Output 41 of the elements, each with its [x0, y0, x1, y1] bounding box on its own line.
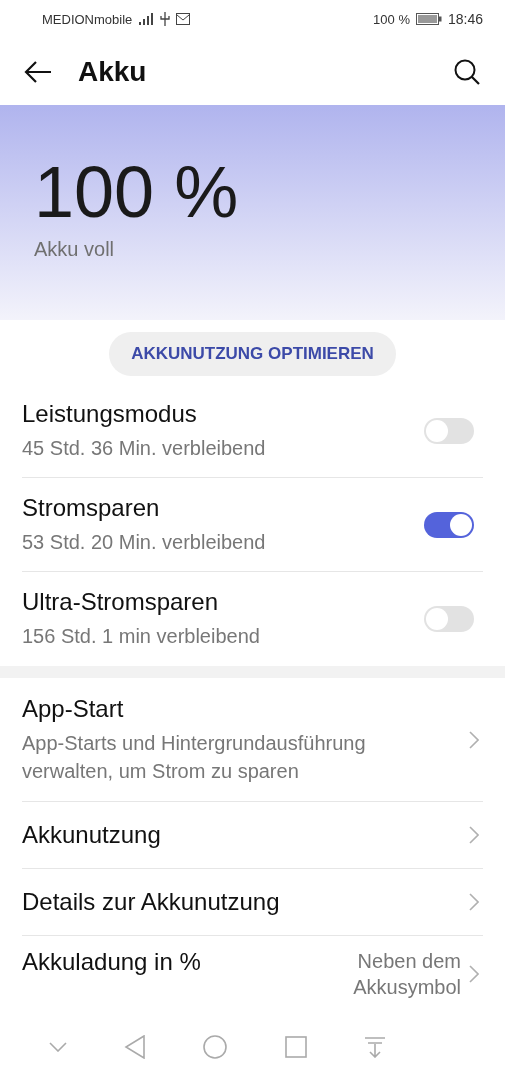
battery-level-text: 100 % — [34, 156, 240, 228]
setting-title: Akkuladung in % — [22, 948, 202, 976]
setting-subtitle: 156 Std. 1 min verbleibend — [22, 624, 261, 649]
setting-title: Leistungsmodus — [22, 399, 198, 428]
clock: 18:46 — [447, 11, 483, 27]
settings-item[interactable]: Akkunutzung — [22, 802, 483, 869]
setting-title: Details zur Akkunutzung — [22, 888, 281, 916]
optimize-button[interactable]: AKKUNUTZUNG OPTIMIEREN — [109, 332, 396, 376]
setting-title: App-Start — [22, 694, 125, 723]
setting-subtitle: 53 Std. 20 Min. verbleibend — [22, 529, 267, 555]
battery-icon — [415, 13, 442, 25]
search-icon[interactable] — [453, 57, 481, 86]
chevron-down-icon[interactable] — [48, 1042, 67, 1052]
settings-item[interactable]: App-Start App-Starts und Hintergrundausführung verwalten, um Strom zu sparen — [22, 678, 483, 802]
chevron-icon — [469, 826, 479, 844]
toggle-switch[interactable] — [424, 606, 474, 632]
toggle-switch[interactable] — [424, 417, 474, 444]
back-icon[interactable] — [124, 1035, 147, 1059]
toggle-switch[interactable] — [424, 511, 474, 538]
chevron-icon — [469, 893, 479, 911]
settings-item[interactable]: Akkuladung in % Neben dem Akkusymbol — [22, 936, 483, 1012]
notification-pull-icon[interactable] — [364, 1036, 387, 1058]
settings-item[interactable]: Details zur Akkunutzung — [22, 869, 483, 936]
battery-percent: 100 % — [373, 11, 410, 27]
signal-icon — [138, 13, 155, 25]
page-title: Akku — [78, 55, 148, 88]
recents-icon[interactable] — [284, 1036, 307, 1058]
setting-subtitle: 45 Std. 36 Min. verbleibend — [22, 435, 267, 461]
setting-subtitle: App-Starts und Hintergrundausführung verwalten, um Strom zu sparen — [22, 730, 367, 784]
home-icon[interactable] — [203, 1035, 228, 1059]
battery-status: Akku voll — [34, 238, 116, 261]
chevron-icon — [469, 965, 479, 983]
carrier-name: MEDIONmobile — [42, 11, 133, 27]
mail-icon — [176, 13, 191, 25]
setting-value: Neben dem Akkusymbol — [352, 949, 461, 1000]
chevron-icon — [469, 730, 479, 749]
usb-icon — [160, 12, 171, 26]
setting-title: Akkunutzung — [22, 821, 162, 849]
setting-title: Ultra-Stromsparen — [22, 588, 220, 616]
setting-title: Stromsparen — [22, 493, 161, 522]
back-arrow-icon[interactable] — [24, 59, 52, 84]
